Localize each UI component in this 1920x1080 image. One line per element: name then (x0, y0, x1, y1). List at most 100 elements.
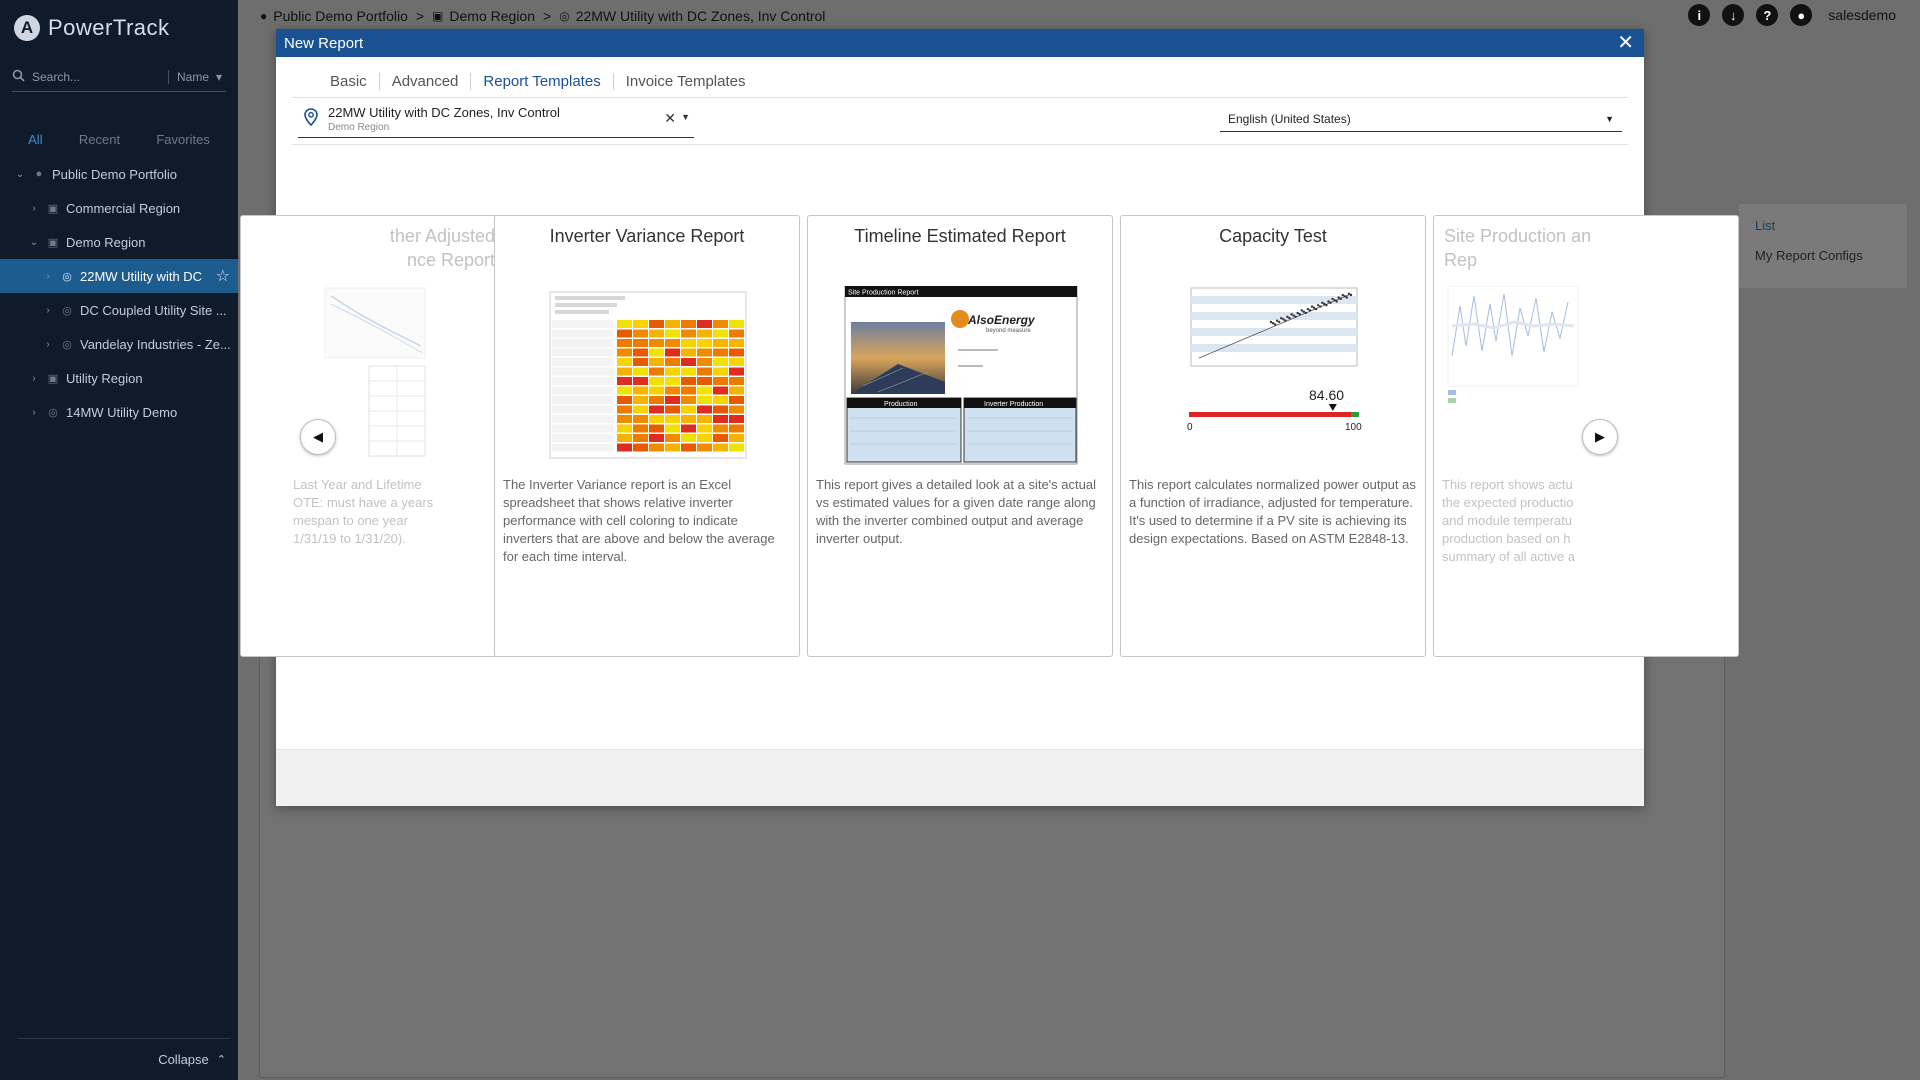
tree-item-vandelay[interactable]: › ◎ Vandelay Industries - Ze... (0, 327, 238, 361)
globe-icon: ● (35, 168, 43, 180)
heatmap-cell (633, 339, 648, 347)
chevron-right-icon[interactable]: › (28, 407, 40, 418)
site-picker[interactable]: 22MW Utility with DC Zones, Inv Control … (298, 102, 694, 138)
heatmap-header-line (555, 296, 625, 300)
tab-basic[interactable]: Basic (318, 72, 380, 90)
chevron-down-icon[interactable]: ⌄ (28, 237, 40, 248)
carousel-next-button[interactable]: ▶ (1582, 419, 1618, 455)
chevron-right-icon[interactable]: › (42, 271, 54, 282)
scatter-point (1331, 297, 1334, 301)
heatmap-cell (681, 348, 696, 357)
tree-item-22mw-utility[interactable]: › ◎ 22MW Utility with DC ☆ (0, 259, 238, 293)
scatter-point (1275, 319, 1279, 322)
tab-invoice-templates[interactable]: Invoice Templates (614, 73, 758, 90)
template-card-timeline-estimated[interactable]: Timeline Estimated Report Site Productio… (807, 215, 1113, 657)
tree-item-demo-region[interactable]: ⌄ ▣ Demo Region (0, 225, 238, 259)
heatmap-cell (681, 396, 696, 404)
chevron-down-icon[interactable]: ▼ (681, 112, 690, 122)
clear-icon[interactable]: ✕ (664, 110, 676, 127)
heatmap-cell (617, 415, 632, 423)
chevron-right-icon[interactable]: › (42, 305, 54, 316)
user-avatar-icon[interactable]: ● (1790, 4, 1813, 26)
heatmap-cell (633, 415, 648, 423)
heatmap-cell (697, 434, 712, 442)
tab-report-templates[interactable]: Report Templates (471, 72, 614, 90)
tree-item-commercial-region[interactable]: › ▣ Commercial Region (0, 191, 238, 225)
heatmap-cell (649, 415, 664, 423)
scatter-point (1349, 293, 1353, 297)
tab-advanced[interactable]: Advanced (380, 72, 472, 90)
close-icon[interactable]: ✕ (1617, 32, 1634, 54)
tree-item-public-demo-portfolio[interactable]: ⌄ ● Public Demo Portfolio (0, 157, 238, 191)
brand-name: PowerTrack (48, 15, 170, 40)
heatmap-cell (681, 434, 696, 442)
heatmap-cell (713, 367, 728, 376)
heatmap-cell (729, 396, 744, 404)
scatter-point (1339, 297, 1342, 301)
carousel-prev-button[interactable]: ◀ (300, 419, 336, 455)
help-icon[interactable]: ? (1756, 4, 1779, 26)
breadcrumb-separator: > (415, 8, 425, 24)
heatmap-cell (617, 348, 632, 357)
heatmap-row-label (552, 443, 614, 452)
side-menu-my-report-configs[interactable]: My Report Configs (1755, 248, 1863, 263)
template-card-inverter-variance[interactable]: Inverter Variance Report The Inverter Va… (494, 215, 800, 657)
heatmap-cell (633, 443, 648, 452)
user-name[interactable]: salesdemo (1828, 7, 1896, 23)
heatmap-cell (649, 443, 664, 452)
modal-footer (276, 749, 1644, 806)
chevron-down-icon[interactable]: ⌄ (14, 169, 26, 180)
collapse-button[interactable]: Collapse ⌃ (18, 1038, 230, 1080)
breadcrumb-region[interactable]: Demo Region (449, 8, 535, 24)
sidebar-search[interactable]: Search... Name ▾ (12, 62, 226, 92)
star-icon[interactable]: ☆ (216, 266, 230, 286)
search-input[interactable]: Search... (32, 70, 168, 84)
tab-all[interactable]: All (28, 132, 42, 147)
modal-tabs: Basic Advanced Report Templates Invoice … (318, 67, 1644, 95)
report-template-carousel: ther Adjusted nce Report Last Year and L… (240, 215, 1739, 657)
heatmap-cell (633, 386, 648, 395)
template-card-capacity-test[interactable]: Capacity Test 84.60 0 100 This report ca… (1120, 215, 1426, 657)
heatmap-cell (617, 358, 632, 366)
tree-item-14mw-utility[interactable]: › ◎ 14MW Utility Demo (0, 395, 238, 429)
tree-item-dc-coupled[interactable]: › ◎ DC Coupled Utility Site ... (0, 293, 238, 327)
thumb-brand-tagline: beyond measure (986, 328, 1031, 334)
tab-recent[interactable]: Recent (79, 132, 120, 147)
tab-favorites[interactable]: Favorites (156, 132, 209, 147)
brand[interactable]: A PowerTrack (0, 0, 238, 56)
heatmap-cell (729, 358, 744, 366)
chevron-right-icon[interactable]: › (28, 203, 40, 214)
template-card-title: Timeline Estimated Report (854, 226, 1066, 246)
heatmap-cell (729, 415, 744, 423)
heatmap-cell (681, 443, 696, 452)
info-icon[interactable]: i (1688, 4, 1711, 26)
heatmap-row-label (552, 386, 614, 395)
heatmap-cell (697, 339, 712, 347)
tree-item-label: Public Demo Portfolio (52, 166, 177, 182)
heatmap-cell (729, 434, 744, 442)
chevron-right-icon[interactable]: › (42, 339, 54, 350)
template-card-description: This report calculates normalized power … (1129, 477, 1416, 546)
breadcrumb-portfolio[interactable]: Public Demo Portfolio (273, 8, 408, 24)
tree-item-utility-region[interactable]: › ▣ Utility Region (0, 361, 238, 395)
breadcrumb-site[interactable]: 22MW Utility with DC Zones, Inv Control (576, 8, 826, 24)
heatmap-row-label (552, 339, 614, 347)
heatmap-cell (665, 348, 680, 357)
heatmap-cell (681, 367, 696, 376)
heatmap-cell (633, 358, 648, 366)
sort-select[interactable]: Name ▾ (168, 69, 226, 84)
language-select[interactable]: English (United States) ▼ (1220, 106, 1622, 132)
heatmap-row-label (552, 424, 614, 433)
chevron-right-icon[interactable]: › (28, 373, 40, 384)
heatmap-cell (713, 386, 728, 395)
download-icon[interactable]: ↓ (1722, 4, 1745, 26)
heatmap-cell (697, 443, 712, 452)
scatter-point (1321, 301, 1324, 304)
side-menu-list[interactable]: List (1755, 218, 1775, 233)
search-icon (12, 69, 26, 85)
heatmap-row-label (552, 358, 614, 366)
heatmap-cell (633, 377, 648, 385)
scatter-point (1333, 298, 1336, 302)
template-card-thumbnail: Site Production Report AlsoEnergy beyond… (808, 285, 1112, 466)
template-card-description: This report gives a detailed look at a s… (816, 477, 1096, 546)
